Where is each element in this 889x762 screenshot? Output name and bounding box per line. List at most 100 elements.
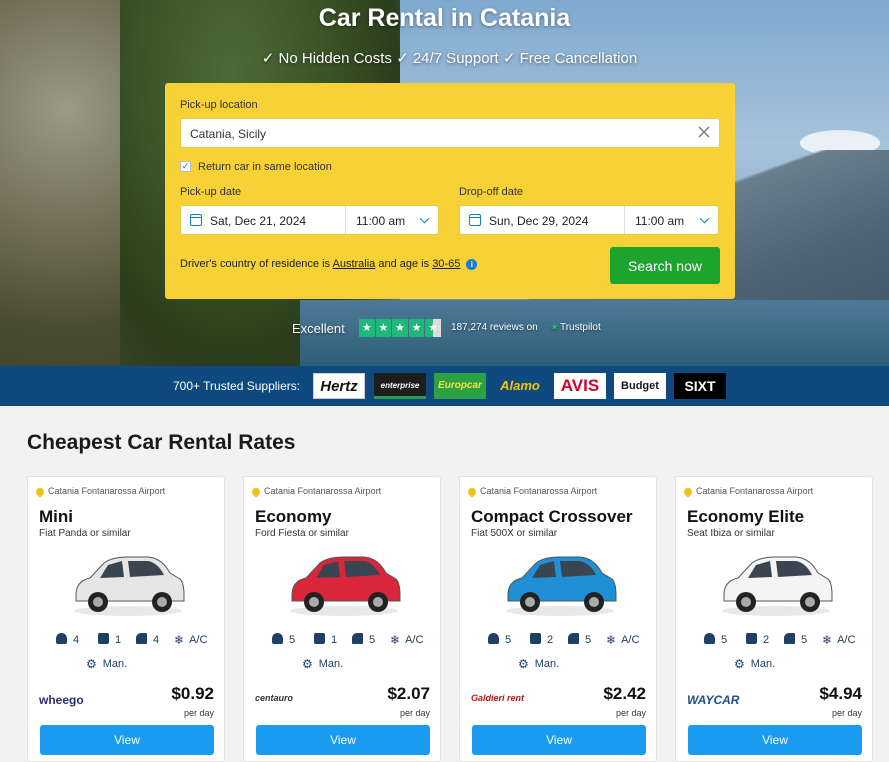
transmission-spec: ⚙ Man.	[734, 657, 775, 671]
car-class: Economy	[255, 507, 332, 526]
ac-label: A/C	[405, 634, 424, 646]
view-button[interactable]: View	[256, 725, 430, 755]
rating-label: Excellent	[292, 321, 345, 336]
gearshift-icon: ⚙	[734, 657, 745, 671]
car-image	[722, 556, 833, 616]
enterprise-logo: enterprise	[374, 373, 426, 399]
car-class: Economy Elite	[687, 507, 805, 526]
doors-count: 5	[369, 634, 376, 646]
transmission-label: Man.	[750, 658, 776, 670]
ac-spec: ❄ A/C	[390, 633, 423, 647]
luggage-icon	[314, 633, 325, 644]
transmission-label: Man.	[102, 658, 128, 670]
passengers-spec: 5	[272, 633, 295, 646]
passenger-icon	[488, 633, 499, 644]
view-button[interactable]: View	[472, 725, 646, 755]
ac-label: A/C	[837, 634, 856, 646]
door-icon	[136, 633, 147, 644]
dropoff-date-label: Drop-off date	[459, 186, 524, 198]
snowflake-icon: ❄	[606, 633, 617, 647]
residence-text: Driver's country of residence is Austral…	[180, 258, 478, 270]
pickup-date-input[interactable]: Sat, Dec 21, 2024 11:00 am	[180, 205, 439, 235]
transmission-spec: ⚙ Man.	[86, 657, 127, 671]
dropoff-time-value[interactable]: 11:00 am	[635, 214, 684, 228]
view-button[interactable]: View	[688, 725, 862, 755]
vendor-logo: WAYCAR	[687, 693, 740, 707]
snowflake-icon: ❄	[390, 633, 401, 647]
return-same-checkbox[interactable]: ✓	[180, 161, 191, 172]
search-form: Pick-up location Catania, Sicily ✓ Retur…	[165, 83, 735, 299]
suppliers-bar: 700+ Trusted Suppliers: Hertz enterprise…	[0, 366, 889, 406]
pickup-location: Catania Fontanarossa Airport	[466, 485, 598, 498]
calendar-icon	[190, 214, 202, 226]
doors-count: 4	[153, 634, 160, 646]
chevron-down-icon[interactable]	[419, 213, 430, 224]
price: $2.07	[387, 684, 430, 703]
price-period: per day	[399, 708, 430, 718]
transmission-spec: ⚙ Man.	[302, 657, 343, 671]
car-model: Seat Ibiza or similar	[687, 528, 775, 539]
price-period: per day	[183, 708, 214, 718]
car-card[interactable]: Catania Fontanarossa Airport Compact Cro…	[459, 476, 657, 762]
luggage-icon	[98, 633, 109, 644]
ac-label: A/C	[189, 634, 208, 646]
dropoff-date-value: Sun, Dec 29, 2024	[489, 214, 589, 228]
pickup-date-label: Pick-up date	[180, 186, 242, 198]
luggage-icon	[530, 633, 541, 644]
doors-count: 5	[585, 634, 592, 646]
car-card[interactable]: Catania Fontanarossa Airport Mini Fiat P…	[27, 476, 225, 762]
alamo-logo: Alamo	[494, 373, 546, 399]
clear-icon[interactable]	[697, 125, 711, 139]
view-button[interactable]: View	[40, 725, 214, 755]
location-text: Catania Fontanarossa Airport	[480, 486, 598, 496]
passenger-icon	[272, 633, 283, 644]
pickup-time-value[interactable]: 11:00 am	[356, 214, 405, 228]
car-image	[290, 556, 401, 616]
pickup-location: Catania Fontanarossa Airport	[682, 485, 813, 498]
location-pin-icon	[682, 485, 694, 498]
price: $0.92	[171, 684, 214, 703]
car-class: Mini	[39, 507, 73, 526]
location-text: Catania Fontanarossa Airport	[264, 486, 382, 496]
passengers-count: 5	[721, 634, 728, 646]
info-icon[interactable]: i	[466, 258, 478, 270]
snowflake-icon: ❄	[822, 633, 833, 647]
bags-spec: 1	[98, 633, 121, 646]
vendor-logo: Galdieri rent	[471, 693, 525, 703]
page-title: Car Rental in Catania	[318, 4, 571, 32]
passengers-spec: 4	[56, 633, 79, 646]
rating-stars: ★ ★ ★ ★ ★	[359, 319, 441, 337]
dropoff-date-input[interactable]: Sun, Dec 29, 2024 11:00 am	[459, 205, 719, 235]
trustpilot-logo: ★Trustpilot	[550, 322, 601, 333]
passenger-icon	[704, 633, 715, 644]
ac-label: A/C	[621, 634, 640, 646]
hero-banner: Car Rental in Catania ✓ No Hidden Costs …	[0, 0, 889, 366]
vendor-logo: centauro	[255, 693, 294, 703]
star-icon: ★	[359, 319, 375, 337]
hertz-logo: Hertz	[313, 373, 365, 399]
car-card[interactable]: Catania Fontanarossa Airport Economy Eli…	[675, 476, 873, 762]
bags-count: 2	[547, 634, 554, 646]
ac-spec: ❄ A/C	[822, 633, 855, 647]
age-range-link[interactable]: 30-65	[432, 258, 460, 270]
pickup-date-value: Sat, Dec 21, 2024	[210, 214, 307, 228]
pickup-location-input[interactable]: Catania, Sicily	[180, 118, 720, 148]
bags-count: 1	[331, 634, 338, 646]
search-now-button[interactable]: Search now	[610, 247, 720, 284]
europcar-logo: Europcar	[434, 373, 486, 399]
calendar-icon	[469, 214, 481, 226]
budget-logo: Budget	[614, 373, 666, 399]
chevron-down-icon[interactable]	[699, 213, 710, 224]
price: $4.94	[819, 684, 862, 703]
doors-count: 5	[801, 634, 808, 646]
bags-count: 1	[115, 634, 122, 646]
passengers-spec: 5	[704, 633, 727, 646]
residence-country-link[interactable]: Australia	[333, 258, 376, 270]
star-icon: ★	[375, 319, 392, 337]
doors-spec: 5	[784, 633, 807, 646]
snowflake-icon: ❄	[174, 633, 185, 647]
vendor-logo: wheego	[39, 693, 84, 707]
price-period: per day	[615, 708, 646, 718]
luggage-icon	[746, 633, 757, 644]
car-card[interactable]: Catania Fontanarossa Airport Economy For…	[243, 476, 441, 762]
